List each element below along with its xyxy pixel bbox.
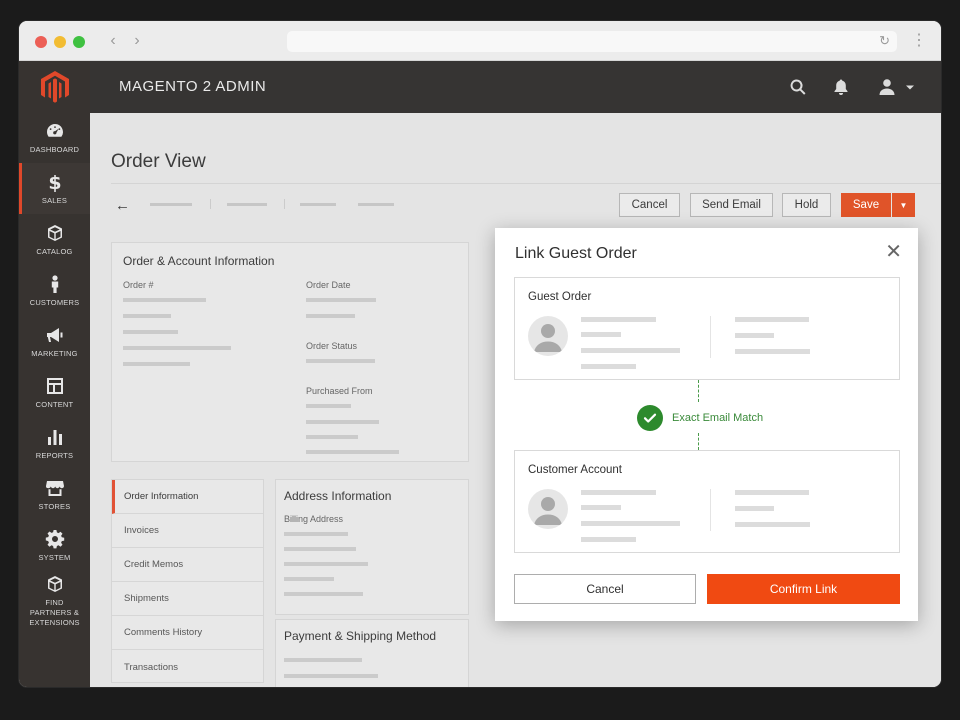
confirm-link-button[interactable]: Confirm Link [707, 574, 900, 604]
avatar-icon [528, 489, 568, 529]
address-bar[interactable]: ↻ [287, 31, 897, 52]
link-guest-order-modal: Link Guest Order ✕ Guest Order Exact Ema… [495, 228, 918, 621]
sidebar-item-label: SALES [41, 195, 68, 205]
placeholder-text [581, 505, 621, 510]
chevron-down-icon[interactable] [904, 78, 916, 96]
placeholder-text [735, 349, 810, 354]
placeholder-text [581, 364, 636, 369]
sidebar-item-reports[interactable]: REPORTS [19, 418, 90, 469]
bell-icon[interactable] [832, 78, 850, 96]
sidebar-item-customers[interactable]: CUSTOMERS [19, 265, 90, 316]
sidebar-item-label: CUSTOMERS [29, 297, 80, 307]
check-circle-icon [637, 405, 663, 431]
placeholder-text [735, 490, 809, 495]
cube-icon [47, 224, 62, 241]
admin-sidebar: DASHBOARD $ SALES CATALOG CUSTOMERS MARK… [19, 61, 90, 687]
magento-logo[interactable] [19, 61, 90, 112]
storefront-icon [45, 480, 64, 496]
sidebar-item-catalog[interactable]: CATALOG [19, 214, 90, 265]
forward-icon[interactable]: › [127, 31, 147, 51]
placeholder-text [735, 506, 774, 511]
placeholder-text [581, 490, 656, 495]
sidebar-item-label: CATALOG [36, 246, 73, 256]
brand-title: MAGENTO 2 ADMIN [119, 78, 267, 95]
maximize-window-button[interactable] [73, 36, 85, 48]
placeholder-text [581, 348, 680, 353]
guest-order-card: Guest Order [514, 277, 900, 380]
placeholder-text [581, 537, 636, 542]
placeholder-text [735, 333, 774, 338]
customer-account-card: Customer Account [514, 450, 900, 553]
sidebar-item-find-partners[interactable]: FIND PARTNERS & EXTENSIONS [19, 571, 90, 631]
sidebar-item-sales[interactable]: $ SALES [19, 163, 90, 214]
match-indicator: Exact Email Match [637, 405, 763, 431]
sidebar-item-label: DASHBOARD [29, 144, 80, 154]
user-account-icon[interactable] [878, 78, 896, 96]
sidebar-item-dashboard[interactable]: DASHBOARD [19, 112, 90, 163]
svg-text:$: $ [48, 172, 61, 192]
connector-line [698, 380, 699, 402]
gauge-icon [46, 123, 63, 137]
modal-title: Link Guest Order [515, 245, 637, 262]
browser-chrome: ‹ › ↻ ⋮ [19, 21, 941, 61]
minimize-window-button[interactable] [54, 36, 66, 48]
dollar-icon: $ [48, 172, 61, 192]
megaphone-icon [46, 327, 62, 342]
layout-icon [46, 377, 63, 394]
avatar-icon [528, 316, 568, 356]
sidebar-item-stores[interactable]: STORES [19, 469, 90, 520]
sidebar-item-system[interactable]: SYSTEM [19, 520, 90, 571]
sidebar-item-label: REPORTS [35, 450, 74, 460]
close-window-button[interactable] [35, 36, 47, 48]
customer-account-title: Customer Account [528, 464, 622, 476]
admin-header: MAGENTO 2 ADMIN [90, 61, 941, 113]
magento-logo-icon [40, 70, 69, 103]
card-divider [710, 489, 711, 531]
gear-icon [45, 529, 64, 548]
bar-chart-icon [47, 429, 62, 445]
connector-line [698, 433, 699, 450]
sidebar-item-label: STORES [38, 501, 71, 511]
box-icon [47, 576, 62, 592]
sidebar-item-label: CONTENT [35, 399, 74, 409]
sidebar-item-label: SYSTEM [38, 552, 71, 562]
sidebar-item-marketing[interactable]: MARKETING [19, 316, 90, 367]
placeholder-text [581, 317, 656, 322]
person-icon [51, 274, 58, 293]
placeholder-text [581, 521, 680, 526]
match-label: Exact Email Match [672, 412, 764, 424]
sidebar-item-label: FIND PARTNERS & EXTENSIONS [29, 598, 80, 627]
back-icon[interactable]: ‹ [103, 31, 123, 51]
guest-order-title: Guest Order [528, 291, 592, 303]
placeholder-text [735, 522, 810, 527]
placeholder-text [581, 332, 621, 337]
reload-icon[interactable]: ↻ [879, 33, 890, 49]
placeholder-text [735, 317, 809, 322]
sidebar-item-content[interactable]: CONTENT [19, 367, 90, 418]
sidebar-item-label: MARKETING [31, 348, 78, 358]
card-divider [710, 316, 711, 358]
browser-menu-icon[interactable]: ⋮ [911, 31, 927, 51]
modal-cancel-button[interactable]: Cancel [514, 574, 696, 604]
search-icon[interactable] [789, 78, 807, 96]
close-icon[interactable]: ✕ [885, 242, 902, 262]
